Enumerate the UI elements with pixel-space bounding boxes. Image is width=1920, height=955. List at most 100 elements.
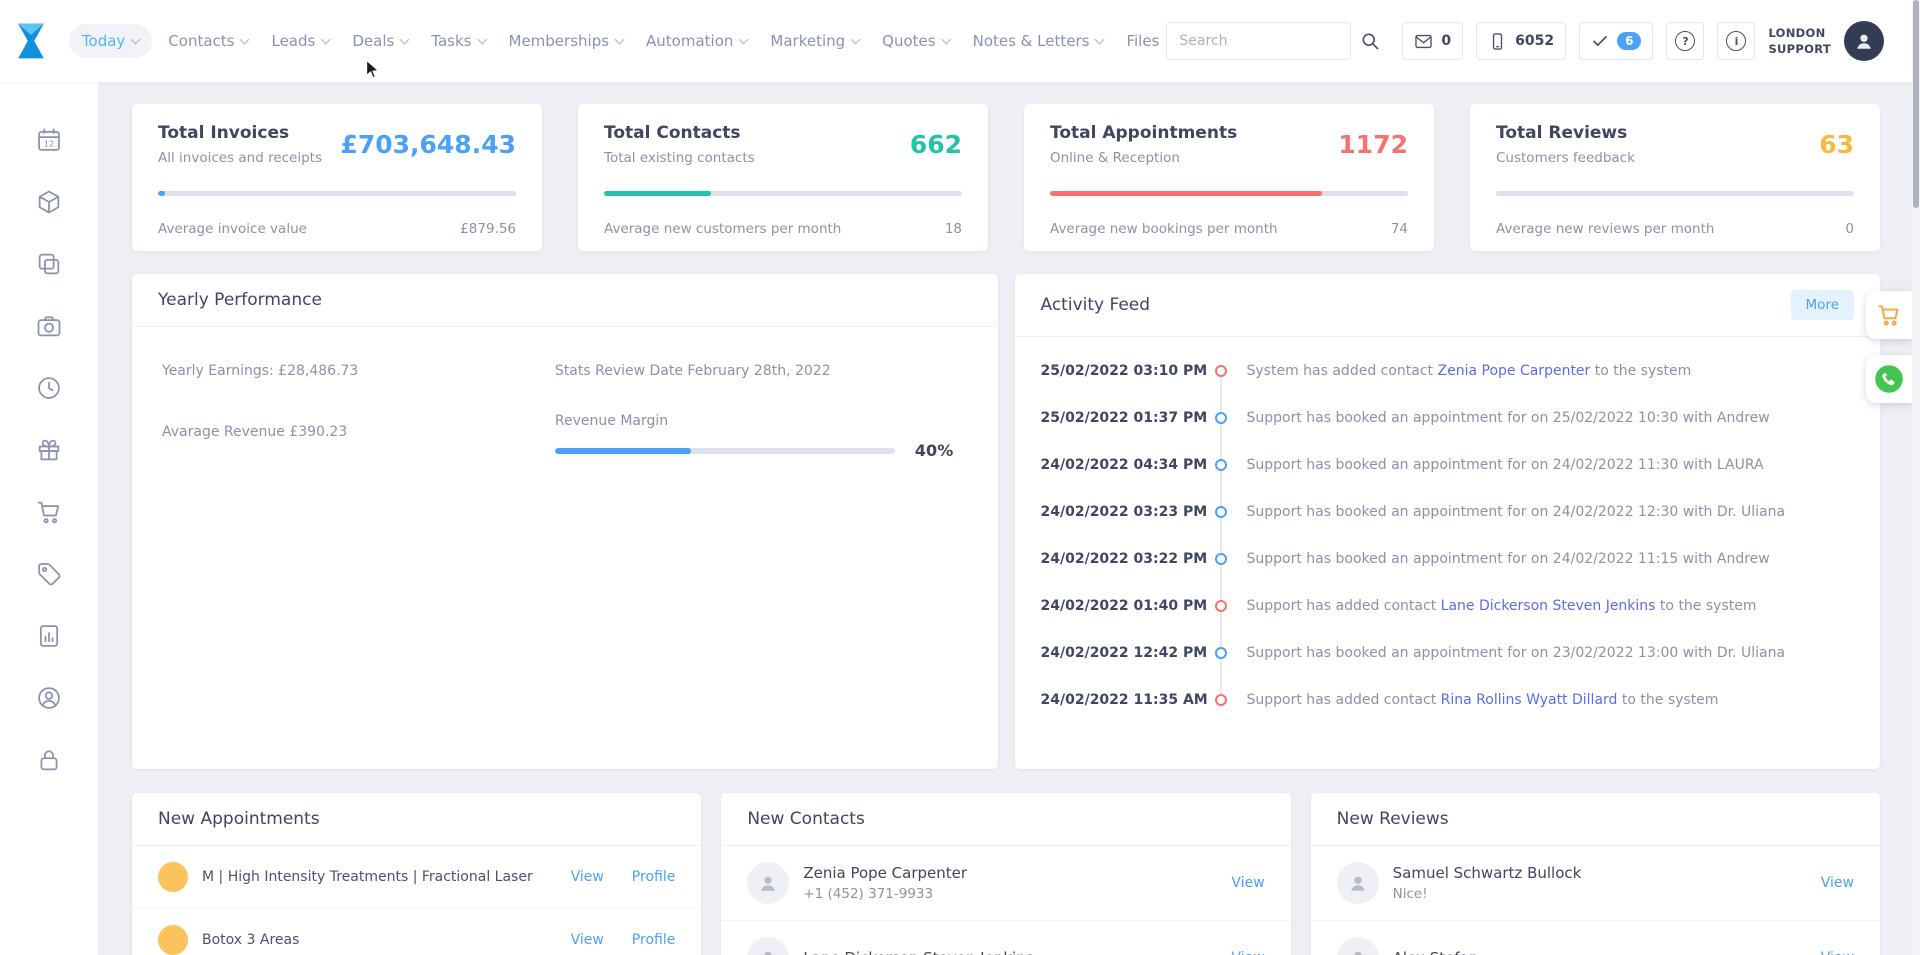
activity-feed-card: Activity Feed More 25/02/2022 03:10 PM S… (1015, 274, 1881, 769)
stat-subtitle: Total existing contacts (604, 150, 755, 166)
app-logo[interactable] (0, 19, 63, 63)
view-button[interactable]: View (1231, 875, 1264, 891)
panel-title: Activity Feed (1041, 295, 1151, 315)
panel-title: New Appointments (158, 809, 320, 829)
calls-count: 6052 (1515, 33, 1554, 49)
envelope-icon (1414, 32, 1433, 51)
nav-item-files[interactable]: Files (1119, 24, 1166, 58)
stats-row: Total Invoices All invoices and receipts… (132, 104, 1880, 251)
profile-button[interactable]: Profile (632, 932, 676, 948)
activity-time: 25/02/2022 03:10 PM (1041, 363, 1199, 379)
rooms-icon (35, 250, 63, 278)
stats-review-date: Stats Review Date February 28th, 2022 (555, 363, 968, 379)
review-text: Nice! (1393, 886, 1821, 902)
scrollbar-thumb[interactable] (1913, 0, 1919, 208)
timeline-marker-icon (1215, 600, 1227, 612)
sidebar-item-loyalty[interactable] (35, 436, 63, 464)
search-button[interactable] (1351, 22, 1389, 60)
activity-time: 24/02/2022 12:42 PM (1041, 645, 1199, 661)
appointment-row: M | High Intensity Treatments | Fraction… (132, 846, 701, 908)
scrollbar-track[interactable] (1912, 0, 1920, 955)
nav-item-quotes[interactable]: Quotes (875, 24, 956, 58)
account-icon (35, 684, 63, 712)
activity-time: 24/02/2022 11:35 AM (1041, 692, 1199, 708)
more-button[interactable]: More (1791, 290, 1854, 320)
activity-text: Support has booked an appointment for on… (1247, 504, 1786, 520)
revenue-margin-bar (555, 448, 895, 454)
view-button[interactable]: View (1231, 950, 1264, 955)
sidebar-item-history[interactable] (35, 374, 63, 402)
search-input[interactable] (1166, 22, 1351, 60)
calls-button[interactable]: 6052 (1476, 22, 1566, 60)
messages-button[interactable]: 0 (1402, 22, 1463, 60)
profile-button[interactable]: Profile (632, 869, 676, 885)
timeline-marker-icon (1215, 365, 1227, 377)
nav-item-leads[interactable]: Leads (264, 24, 336, 58)
activity-text: Support has added contact Rina Rollins W… (1247, 692, 1719, 708)
activity-row: 25/02/2022 01:37 PM Support has booked a… (1041, 394, 1855, 441)
pos-widget-button[interactable] (1866, 291, 1912, 339)
nav-item-memberships[interactable]: Memberships (502, 24, 631, 58)
nav-item-marketing[interactable]: Marketing (763, 24, 866, 58)
stat-card-invoices: Total Invoices All invoices and receipts… (132, 104, 542, 251)
appointment-row: Botox 3 Areas View Profile (132, 908, 701, 955)
timeline-marker-icon (1215, 553, 1227, 565)
contact-link[interactable]: Zenia Pope Carpenter (1438, 363, 1591, 379)
view-button[interactable]: View (571, 932, 604, 948)
view-button[interactable]: View (1821, 875, 1854, 891)
view-button[interactable]: View (1821, 950, 1854, 955)
reviewer-avatar (1337, 937, 1379, 955)
nav-item-contacts[interactable]: Contacts (161, 24, 255, 58)
user-avatar[interactable] (1844, 21, 1884, 61)
middle-row: Yearly Performance Yearly Earnings: £28,… (132, 274, 1880, 769)
person-icon (1347, 947, 1369, 955)
nav-item-automation[interactable]: Automation (639, 24, 754, 58)
nav-item-today[interactable]: Today (69, 24, 152, 58)
view-button[interactable]: View (571, 869, 604, 885)
info-button[interactable]: i (1717, 22, 1755, 60)
location-label: LONDON SUPPORT (1768, 25, 1831, 57)
stat-title: Total Reviews (1496, 123, 1635, 143)
revenue-margin-label: Revenue Margin (555, 413, 968, 429)
sidebar-item-offers[interactable] (35, 560, 63, 588)
call-widget-button[interactable] (1866, 355, 1912, 403)
stat-subtitle: Customers feedback (1496, 150, 1635, 166)
sidebar-item-rooms[interactable] (35, 250, 63, 278)
stat-value-1: 662 (910, 130, 962, 159)
sidebar-item-photos[interactable] (35, 312, 63, 340)
mobile-phone-icon (1488, 32, 1507, 51)
help-button[interactable]: ? (1666, 22, 1704, 60)
sidebar-item-sales[interactable] (35, 498, 63, 526)
activity-timeline: 25/02/2022 03:10 PM System has added con… (1015, 337, 1881, 723)
sidebar-item-security[interactable] (35, 746, 63, 774)
stat-progress-bar (158, 191, 516, 196)
sidebar-item-account[interactable] (35, 684, 63, 712)
contact-avatar (747, 937, 789, 955)
calendar-icon: 12 (35, 126, 63, 154)
chevron-down-icon (240, 35, 250, 45)
stat-footer-label: Average invoice value (158, 221, 307, 237)
sidebar-item-calendar[interactable]: 12 (35, 126, 63, 154)
contact-link[interactable]: Rina Rollins Wyatt Dillard (1441, 692, 1618, 708)
panel-title: New Reviews (1337, 809, 1449, 829)
sidebar-item-products[interactable] (35, 188, 63, 216)
sidebar-item-reports[interactable] (35, 622, 63, 650)
nav-item-tasks[interactable]: Tasks (424, 24, 492, 58)
panel-title: Yearly Performance (158, 290, 322, 310)
lock-icon (35, 746, 63, 774)
yearly-performance-card: Yearly Performance Yearly Earnings: £28,… (132, 274, 998, 769)
messages-count: 0 (1441, 33, 1451, 49)
contact-row: Lane Dickerson Steven Jenkins View (721, 920, 1290, 955)
contact-avatar (747, 862, 789, 904)
chevron-down-icon (739, 35, 749, 45)
tasks-button[interactable]: 6 (1579, 22, 1653, 60)
activity-text: Support has added contact Lane Dickerson… (1247, 598, 1757, 614)
location-line1: LONDON (1768, 25, 1831, 41)
new-appointments-card: New Appointments M | High Intensity Trea… (132, 793, 701, 955)
contact-phone: +1 (452) 371-9933 (803, 886, 1231, 902)
nav-item-deals[interactable]: Deals (345, 24, 415, 58)
person-icon (1347, 872, 1369, 894)
stat-progress-bar (1496, 191, 1854, 196)
contact-link[interactable]: Lane Dickerson Steven Jenkins (1441, 598, 1656, 614)
nav-item-notes-letters[interactable]: Notes & Letters (966, 24, 1111, 58)
